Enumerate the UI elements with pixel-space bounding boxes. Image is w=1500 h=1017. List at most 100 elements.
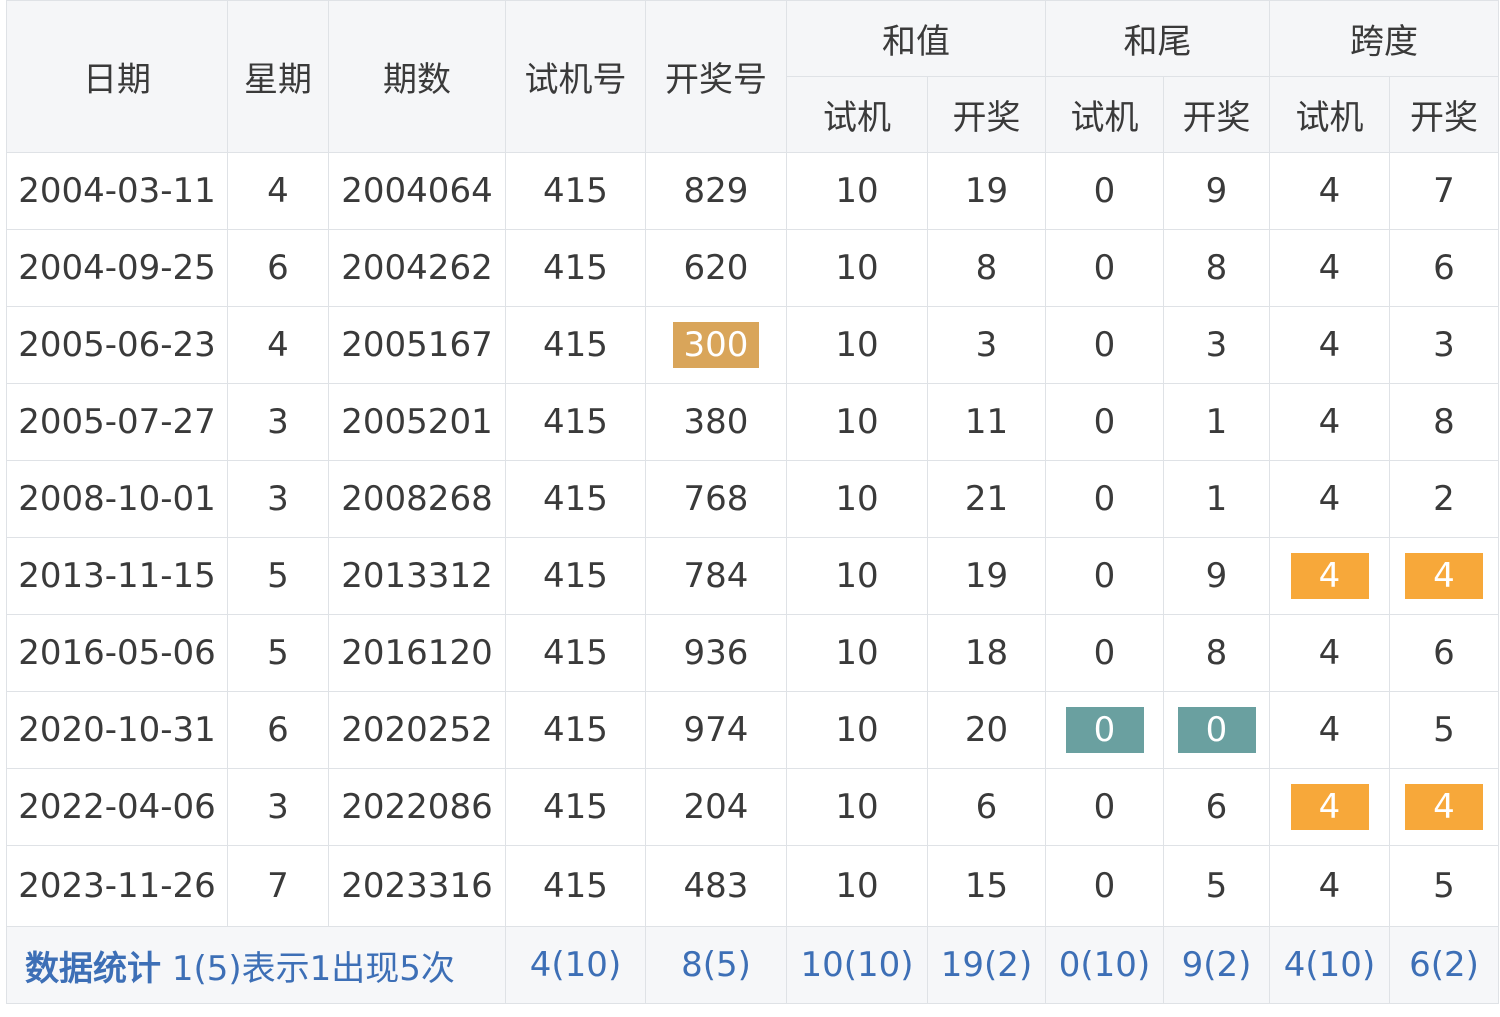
highlight-badge: 0 [1177, 707, 1256, 753]
cell-weekday: 6 [227, 229, 329, 307]
cell-sum-trial: 10 [786, 383, 928, 461]
table-row: 2008-10-01 3 2008268 415 768 10 21 0 1 4… [6, 460, 1499, 538]
cell-tail-trial: 0 [1045, 845, 1164, 927]
cell-trial: 415 [505, 306, 646, 384]
cell-span-draw: 5 [1389, 845, 1499, 927]
cell-tail-draw: 5 [1163, 845, 1270, 927]
cell-trial: 415 [505, 537, 646, 615]
cell-weekday: 3 [227, 768, 329, 846]
cell-sum-draw: 8 [927, 229, 1046, 307]
cell-trial: 415 [505, 845, 646, 927]
cell-span-trial: 4 [1269, 614, 1390, 692]
table-row: 2016-05-06 5 2016120 415 936 10 18 0 8 4… [6, 614, 1499, 692]
cell-tail-draw: 0 [1163, 691, 1270, 769]
cell-trial: 415 [505, 152, 646, 230]
cell-weekday: 5 [227, 614, 329, 692]
cell-span-draw: 3 [1389, 306, 1499, 384]
cell-weekday: 3 [227, 460, 329, 538]
header-sum-trial: 试机 [786, 76, 928, 153]
cell-date: 2005-07-27 [6, 383, 228, 461]
cell-tail-draw: 9 [1163, 537, 1270, 615]
cell-span-trial: 4 [1269, 691, 1390, 769]
header-sum-draw: 开奖 [927, 76, 1046, 153]
header-span-trial: 试机 [1269, 76, 1390, 153]
cell-issue: 2020252 [328, 691, 506, 769]
cell-tail-draw: 8 [1163, 614, 1270, 692]
cell-span-draw: 2 [1389, 460, 1499, 538]
cell-date: 2023-11-26 [6, 845, 228, 927]
table-row: 2022-04-06 3 2022086 415 204 10 6 0 6 4 … [6, 768, 1499, 846]
cell-draw: 300 [645, 306, 787, 384]
cell-sum-trial: 10 [786, 152, 928, 230]
cell-tail-trial: 0 [1045, 229, 1164, 307]
cell-date: 2004-09-25 [6, 229, 228, 307]
table-row: 2004-03-11 4 2004064 415 829 10 19 0 9 4… [6, 152, 1499, 230]
highlight-badge: 4 [1405, 784, 1483, 830]
cell-draw: 380 [645, 383, 787, 461]
highlight-badge: 300 [673, 322, 759, 368]
cell-span-draw: 4 [1389, 537, 1499, 615]
highlight-badge: 4 [1290, 553, 1369, 599]
cell-issue: 2023316 [328, 845, 506, 927]
summary-row: 数据统计 1(5)表示1出现5次 4(10) 8(5) 10(10) 19(2)… [6, 926, 1499, 1004]
cell-draw: 974 [645, 691, 787, 769]
summary-span-draw: 6(2) [1389, 926, 1499, 1004]
cell-draw: 204 [645, 768, 787, 846]
header-draw-number: 开奖号 [645, 0, 787, 153]
cell-issue: 2005167 [328, 306, 506, 384]
header-span-group: 跨度 [1269, 0, 1499, 77]
cell-tail-trial: 0 [1045, 768, 1164, 846]
cell-tail-draw: 1 [1163, 383, 1270, 461]
cell-tail-trial: 0 [1045, 460, 1164, 538]
cell-trial: 415 [505, 383, 646, 461]
cell-sum-draw: 20 [927, 691, 1046, 769]
cell-weekday: 4 [227, 306, 329, 384]
cell-sum-draw: 18 [927, 614, 1046, 692]
summary-tail-trial: 0(10) [1045, 926, 1164, 1004]
cell-draw: 829 [645, 152, 787, 230]
cell-sum-draw: 6 [927, 768, 1046, 846]
cell-draw: 483 [645, 845, 787, 927]
cell-tail-trial: 0 [1045, 537, 1164, 615]
cell-draw: 620 [645, 229, 787, 307]
cell-span-draw: 6 [1389, 229, 1499, 307]
cell-issue: 2022086 [328, 768, 506, 846]
cell-tail-draw: 9 [1163, 152, 1270, 230]
cell-tail-trial: 0 [1045, 383, 1164, 461]
cell-tail-draw: 3 [1163, 306, 1270, 384]
cell-tail-trial: 0 [1045, 691, 1164, 769]
header-tail-draw: 开奖 [1163, 76, 1270, 153]
table-row: 2005-06-23 4 2005167 415 300 10 3 0 3 4 … [6, 306, 1499, 384]
cell-weekday: 6 [227, 691, 329, 769]
summary-trial: 4(10) [505, 926, 646, 1004]
cell-span-draw: 6 [1389, 614, 1499, 692]
cell-span-trial: 4 [1269, 383, 1390, 461]
header-tail-group: 和尾 [1045, 0, 1270, 77]
cell-span-trial: 4 [1269, 460, 1390, 538]
cell-tail-draw: 6 [1163, 768, 1270, 846]
cell-sum-draw: 3 [927, 306, 1046, 384]
cell-date: 2022-04-06 [6, 768, 228, 846]
cell-span-trial: 4 [1269, 152, 1390, 230]
cell-trial: 415 [505, 460, 646, 538]
cell-span-draw: 8 [1389, 383, 1499, 461]
cell-sum-trial: 10 [786, 768, 928, 846]
cell-span-draw: 4 [1389, 768, 1499, 846]
cell-weekday: 5 [227, 537, 329, 615]
cell-tail-trial: 0 [1045, 306, 1164, 384]
cell-trial: 415 [505, 768, 646, 846]
cell-sum-trial: 10 [786, 537, 928, 615]
header-sum-group: 和值 [786, 0, 1046, 77]
cell-sum-trial: 10 [786, 691, 928, 769]
highlight-badge: 4 [1290, 784, 1369, 830]
cell-span-draw: 7 [1389, 152, 1499, 230]
cell-sum-trial: 10 [786, 460, 928, 538]
cell-tail-draw: 8 [1163, 229, 1270, 307]
header-weekday: 星期 [227, 0, 329, 153]
cell-issue: 2013312 [328, 537, 506, 615]
cell-tail-draw: 1 [1163, 460, 1270, 538]
cell-issue: 2004064 [328, 152, 506, 230]
summary-label: 数据统计 1(5)表示1出现5次 [6, 926, 506, 1004]
cell-span-trial: 4 [1269, 768, 1390, 846]
summary-draw: 8(5) [645, 926, 787, 1004]
